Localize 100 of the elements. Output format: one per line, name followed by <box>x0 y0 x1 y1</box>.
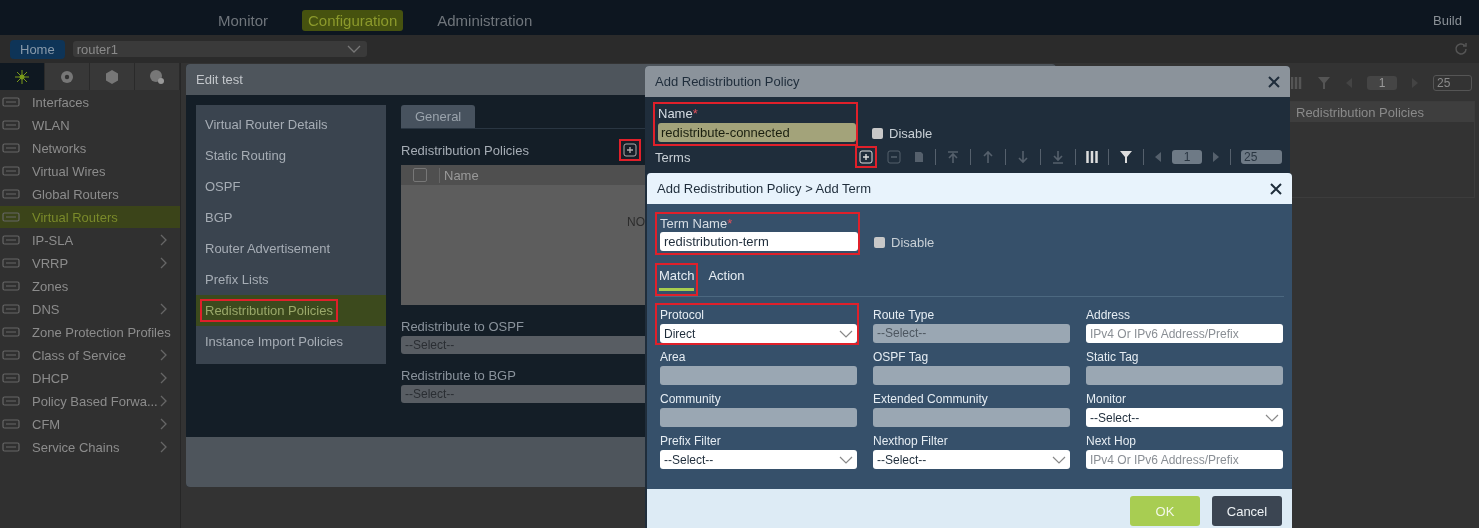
device-icon <box>2 325 20 339</box>
sidebar-item[interactable]: Service Chains <box>0 436 180 458</box>
text-field[interactable]: IPv4 Or IPv6 Address/Prefix <box>1086 450 1283 469</box>
nav-tab[interactable]: Monitor <box>212 10 275 31</box>
device-icon <box>2 440 20 454</box>
dialog-title: Edit test <box>196 72 243 87</box>
device-icon <box>2 233 20 247</box>
down-arrow-icon[interactable] <box>1016 150 1030 164</box>
sidebar-item[interactable]: Global Routers <box>0 183 180 205</box>
caret-icon <box>839 455 853 464</box>
home-button[interactable]: Home <box>10 39 65 59</box>
tab[interactable]: General <box>401 105 476 128</box>
column-header[interactable]: Name <box>439 167 479 183</box>
sidebar-item[interactable]: CFM <box>0 413 180 435</box>
device-icon <box>2 256 20 270</box>
caret-icon <box>346 45 361 53</box>
field-label: Terms <box>655 149 691 165</box>
select-field[interactable]: --Select-- <box>873 450 1070 469</box>
sidebar-tab[interactable] <box>90 63 135 90</box>
field-label: Address <box>1086 307 1132 324</box>
name-field[interactable]: redistribute-connected <box>658 123 856 142</box>
chevron-icon <box>160 395 168 407</box>
field-label: Community <box>660 391 722 408</box>
tab[interactable]: Action <box>704 263 749 296</box>
caret-icon <box>1265 413 1279 422</box>
menu-item[interactable]: Instance Import Policies <box>196 326 386 357</box>
chevron-icon <box>160 234 168 246</box>
sidebar-item[interactable]: VRRP <box>0 252 180 274</box>
refresh-icon[interactable] <box>1453 41 1469 57</box>
sidebar-item[interactable]: IP-SLA <box>0 229 180 251</box>
device-icon <box>2 279 20 293</box>
menu-item[interactable]: BGP <box>196 202 386 233</box>
disable-checkbox[interactable]: Disable <box>874 235 935 255</box>
filter-icon[interactable] <box>1119 150 1133 164</box>
menu-item[interactable]: Prefix Lists <box>196 264 386 295</box>
device-icon <box>2 394 20 408</box>
chevron-icon <box>160 441 168 453</box>
device-icon <box>2 302 20 316</box>
cube-icon <box>104 68 120 85</box>
menu-item[interactable]: Router Advertisement <box>196 233 386 264</box>
sidebar-item[interactable]: Virtual Routers <box>0 206 180 228</box>
select-all-checkbox[interactable] <box>413 168 427 182</box>
page-field[interactable]: 1 <box>1172 150 1202 164</box>
field-label: Next Hop <box>1086 433 1138 450</box>
sidebar-item[interactable]: Zone Protection Profiles <box>0 321 180 343</box>
page-field[interactable]: 1 <box>1367 76 1397 90</box>
menu-item[interactable]: Static Routing <box>196 140 386 171</box>
field-label: Name* <box>658 106 699 121</box>
nav-tab[interactable]: Configuration <box>302 10 404 31</box>
previous-page-icon[interactable] <box>1154 151 1162 163</box>
next-page-icon[interactable] <box>1212 151 1220 163</box>
sidebar-item[interactable]: Class of Service <box>0 344 180 366</box>
text-field[interactable]: IPv4 Or IPv6 Address/Prefix <box>1086 324 1283 343</box>
move-bottom-icon[interactable] <box>1051 150 1065 164</box>
sidebar-item[interactable]: Virtual Wires <box>0 160 180 182</box>
caret-icon <box>839 329 853 338</box>
section-title: Redistribution Policies <box>401 142 529 158</box>
sidebar-item[interactable]: DNS <box>0 298 180 320</box>
sidebar-item[interactable]: Networks <box>0 137 180 159</box>
device-icon <box>2 348 20 362</box>
menu-item[interactable]: Redistribution Policies <box>196 295 386 326</box>
close-icon[interactable] <box>1270 182 1282 195</box>
term-name-field[interactable]: redistribution-term <box>660 232 858 251</box>
select-field[interactable]: --Select-- <box>1086 408 1283 427</box>
cancel-button[interactable]: Cancel <box>1212 496 1282 526</box>
select-field[interactable]: --Select-- <box>660 450 857 469</box>
disable-checkbox[interactable]: Disable <box>872 126 933 146</box>
network-icon <box>14 68 30 85</box>
menu-item[interactable]: OSPF <box>196 171 386 202</box>
device-icon <box>2 164 20 178</box>
move-top-icon[interactable] <box>946 150 960 164</box>
sidebar-tab[interactable] <box>45 63 90 90</box>
tab[interactable]: Match <box>655 263 699 296</box>
device-select[interactable]: router1 <box>72 41 367 57</box>
device-icon <box>2 210 20 224</box>
dialog-title: Add Redistribution Policy > Add Term <box>657 181 871 196</box>
page-size-select[interactable]: 25 <box>1241 150 1282 164</box>
field-label: Static Tag <box>1086 349 1140 366</box>
field-label: Route Type <box>873 307 936 324</box>
menu-item[interactable]: Virtual Router Details <box>196 109 386 140</box>
sidebar-item[interactable]: Zones <box>0 275 180 297</box>
sidebar-tab[interactable] <box>0 63 45 90</box>
sidebar-tab[interactable] <box>135 63 180 90</box>
select-field[interactable]: Direct <box>660 324 857 343</box>
device-icon <box>2 118 20 132</box>
sidebar-item[interactable]: Policy Based Forwa... <box>0 390 180 412</box>
field-label: Term Name* <box>660 216 734 231</box>
chevron-icon <box>160 372 168 384</box>
sidebar-item[interactable]: DHCP <box>0 367 180 389</box>
sidebar-item[interactable]: WLAN <box>0 114 180 136</box>
field-label: OSPF Tag <box>873 349 930 366</box>
nav-tab[interactable]: Administration <box>431 10 539 31</box>
dialog-title: Add Redistribution Policy <box>655 74 800 89</box>
field-label: Nexthop Filter <box>873 433 949 450</box>
up-arrow-icon[interactable] <box>981 150 995 164</box>
remove-icon[interactable] <box>887 150 901 164</box>
sidebar-item[interactable]: Interfaces <box>0 91 180 113</box>
build-link[interactable]: Build <box>1433 13 1462 28</box>
field-label: Extended Community <box>873 391 989 408</box>
page-size-select[interactable]: 25 <box>1433 75 1472 91</box>
